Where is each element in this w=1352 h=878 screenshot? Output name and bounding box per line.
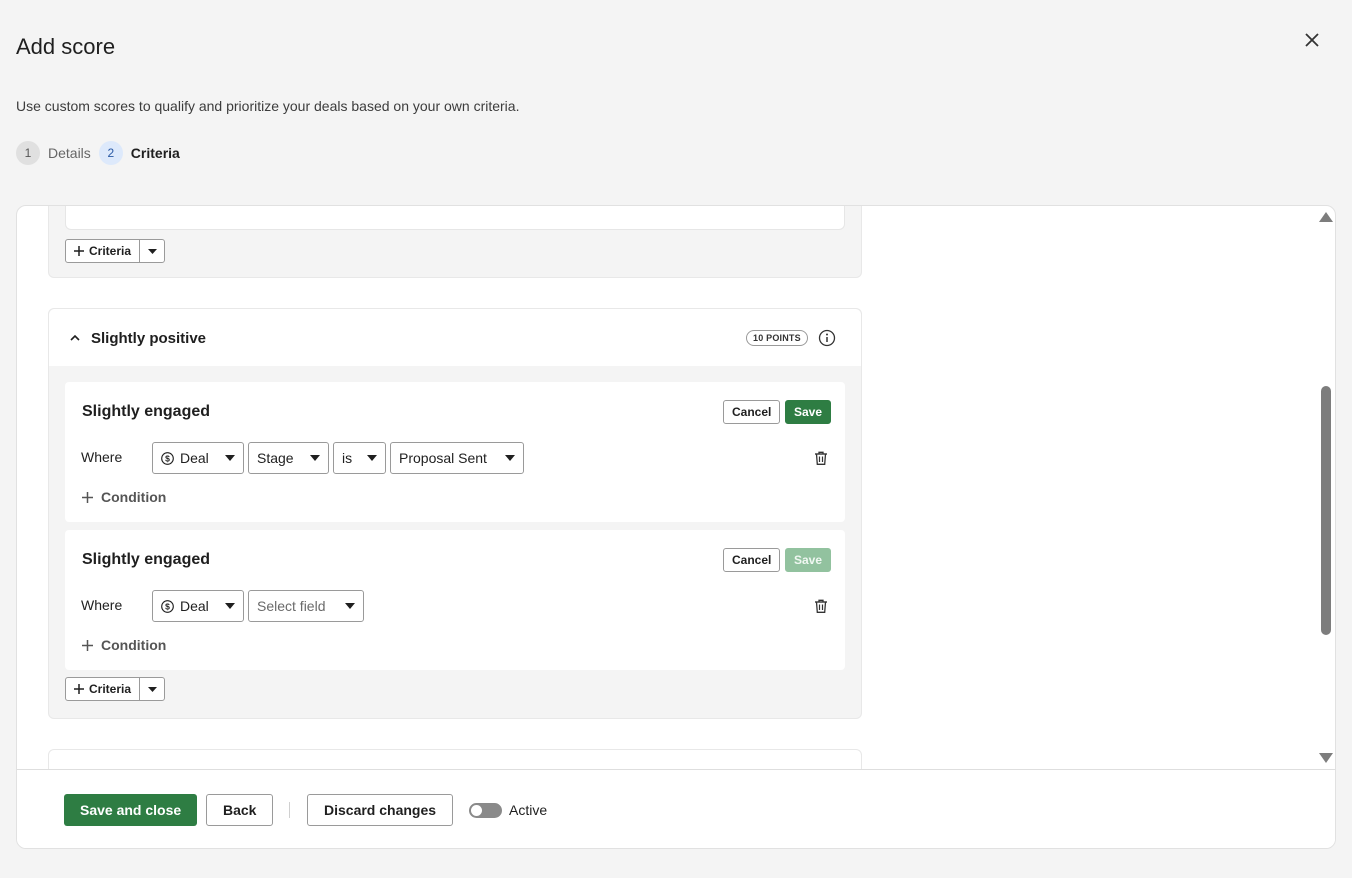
add-criteria-button[interactable]: Criteria [66,678,139,700]
group-title: Slightly positive [91,330,207,347]
field-select-placeholder: Select field [257,598,326,614]
save-button[interactable]: Save [785,548,832,572]
discard-changes-button[interactable]: Discard changes [307,794,454,826]
caret-down-icon [505,455,515,461]
add-condition-label: Condition [101,489,167,505]
plus-icon [82,639,93,651]
rule-title: Slightly engaged [82,551,211,568]
add-condition-button[interactable]: Condition [82,489,166,505]
trash-icon[interactable] [813,450,829,466]
vertical-scrollbar[interactable] [1316,206,1335,769]
page-title: Add score [16,34,116,59]
stepper: 1 Details 2 Criteria [16,141,188,165]
points-badge: 10 POINTS [746,330,808,346]
group-header[interactable]: Slightly positive 10 POINTS [49,309,861,366]
criteria-group-previous: Criteria [48,206,862,278]
operator-select-value: is [342,450,353,466]
criteria-dropdown-button[interactable] [139,678,164,700]
svg-text:$: $ [165,601,170,611]
field-select-value: Stage [257,450,294,466]
rule-card: Slightly engaged Cancel Save Where $ Dea… [65,530,845,670]
plus-icon [74,246,84,256]
step-1-label[interactable]: Details [48,145,91,161]
dollar-icon: $ [161,451,174,465]
cancel-button[interactable]: Cancel [723,400,781,424]
where-label: Where [81,597,123,613]
chevron-up-icon[interactable] [69,332,81,344]
trash-icon[interactable] [813,598,829,614]
entity-select-value: Deal [180,598,209,614]
toggle-knob [471,805,482,816]
close-icon[interactable] [1305,33,1319,47]
plus-icon [74,684,84,694]
active-label: Active [509,802,548,818]
save-button[interactable]: Save [785,400,832,424]
caret-down-icon [225,455,235,461]
field-select[interactable]: Stage [248,442,329,474]
rule-title: Slightly engaged [82,403,211,420]
where-label: Where [81,449,123,465]
entity-select[interactable]: $ Deal [152,442,244,474]
info-icon[interactable] [818,329,836,347]
add-condition-label: Condition [101,637,167,653]
step-2-label: Criteria [130,145,180,161]
entity-select-value: Deal [180,450,209,466]
field-select[interactable]: Select field [248,590,364,622]
caret-down-icon [147,686,157,692]
back-button[interactable]: Back [206,794,274,826]
add-criteria-button[interactable]: Criteria [66,240,139,262]
plus-icon [82,491,93,503]
svg-text:$: $ [165,453,170,463]
rule-card: Slightly engaged Cancel Save Where $ Dea… [65,382,845,522]
add-criteria-split-button: Criteria [65,239,166,263]
dialog-subtitle: Use custom scores to qualify and priorit… [16,98,520,114]
criteria-panel: Criteria Slightly positive 10 POINTS Sli… [16,205,1336,849]
dollar-icon: $ [161,599,174,613]
add-criteria-label: Criteria [89,682,132,696]
entity-select[interactable]: $ Deal [152,590,244,622]
active-toggle[interactable] [469,803,502,818]
save-and-close-button[interactable]: Save and close [64,794,198,826]
caret-down-icon [147,248,157,254]
criteria-scroll-area[interactable]: Criteria Slightly positive 10 POINTS Sli… [17,206,1335,769]
divider [289,802,290,818]
value-select-value: Proposal Sent [399,450,487,466]
criteria-group-next [48,749,862,769]
scroll-down-arrow-icon[interactable] [1319,753,1333,763]
operator-select[interactable]: is [333,442,386,474]
caret-down-icon [225,603,235,609]
step-2-number: 2 [98,141,123,165]
caret-down-icon [367,455,377,461]
caret-down-icon [345,603,355,609]
close-button[interactable] [1300,28,1324,52]
value-select[interactable]: Proposal Sent [390,442,524,474]
step-1-number[interactable]: 1 [16,141,40,165]
criteria-dropdown-button[interactable] [139,240,164,262]
caret-down-icon [310,455,320,461]
cancel-button[interactable]: Cancel [723,548,781,572]
scroll-up-arrow-icon[interactable] [1319,212,1333,222]
criteria-group-slightly-positive: Slightly positive 10 POINTS Slightly eng… [48,308,862,719]
add-condition-button[interactable]: Condition [82,637,166,653]
scrollbar-thumb[interactable] [1321,386,1331,635]
dialog-footer: Save and close Back Discard changes Acti… [17,769,1335,848]
add-criteria-label: Criteria [89,244,132,258]
previous-rule-card [65,206,845,230]
add-criteria-split-button: Criteria [65,677,166,701]
